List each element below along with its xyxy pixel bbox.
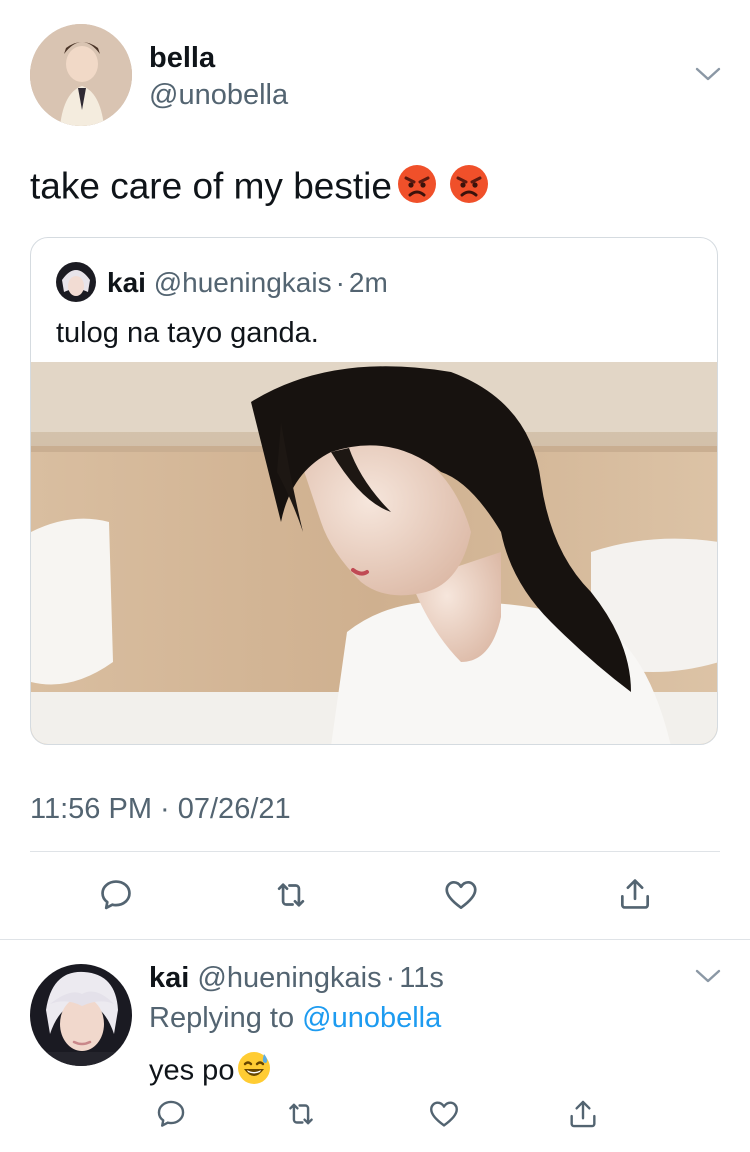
retweet-icon[interactable] <box>283 1097 319 1131</box>
reply-text-row: yes po <box>149 1050 272 1094</box>
quoted-author-avatar[interactable] <box>56 262 96 302</box>
quoted-photo[interactable] <box>31 362 717 744</box>
replying-to-handle[interactable]: @unobella <box>302 1002 441 1034</box>
quoted-text: tulog na tayo ganda. <box>56 317 319 349</box>
like-icon[interactable] <box>441 876 481 914</box>
chevron-down-icon[interactable] <box>694 64 722 84</box>
reply-header: kai @hueningkais · 11s <box>149 962 444 995</box>
reply-author-name[interactable]: kai <box>149 962 189 994</box>
retweet-icon[interactable] <box>271 876 311 914</box>
section-divider <box>0 939 750 940</box>
quoted-header: kai @hueningkais · 2m <box>107 267 388 299</box>
like-icon[interactable] <box>426 1097 462 1131</box>
reply-author-handle[interactable]: @hueningkais <box>197 962 381 994</box>
chevron-down-icon[interactable] <box>694 966 722 986</box>
author-handle[interactable]: @unobella <box>149 79 288 112</box>
sweat-smile-face-icon <box>236 1050 272 1094</box>
angry-face-icon <box>448 163 490 214</box>
author-name[interactable]: bella <box>149 42 215 75</box>
replying-to-label: Replying to <box>149 1002 295 1034</box>
reply-icon[interactable] <box>154 1097 188 1131</box>
replying-to-row: Replying to @unobella <box>149 1002 441 1035</box>
quoted-author-name[interactable]: kai <box>107 267 146 298</box>
reply-text: yes po <box>149 1054 235 1087</box>
tweet-text-row: take care of my bestie <box>30 163 490 214</box>
tweet-text: take care of my bestie <box>30 165 392 207</box>
reply-icon[interactable] <box>97 876 135 914</box>
tweet-timestamp[interactable]: 11:56 PM · 07/26/21 <box>30 793 291 826</box>
quoted-separator: · <box>335 267 345 298</box>
angry-face-icon <box>396 163 438 214</box>
reply-time[interactable]: 11s <box>399 962 444 994</box>
quoted-time[interactable]: 2m <box>349 267 388 298</box>
share-icon[interactable] <box>616 874 654 914</box>
reply-separator: · <box>385 962 396 994</box>
share-icon[interactable] <box>566 1096 600 1132</box>
quoted-tweet-card[interactable]: kai @hueningkais · 2m tulog na tayo ganda. <box>30 237 718 745</box>
author-avatar[interactable] <box>30 24 132 126</box>
reply-author-avatar[interactable] <box>30 964 132 1066</box>
quoted-author-handle[interactable]: @hueningkais <box>154 267 332 298</box>
divider <box>30 851 720 852</box>
